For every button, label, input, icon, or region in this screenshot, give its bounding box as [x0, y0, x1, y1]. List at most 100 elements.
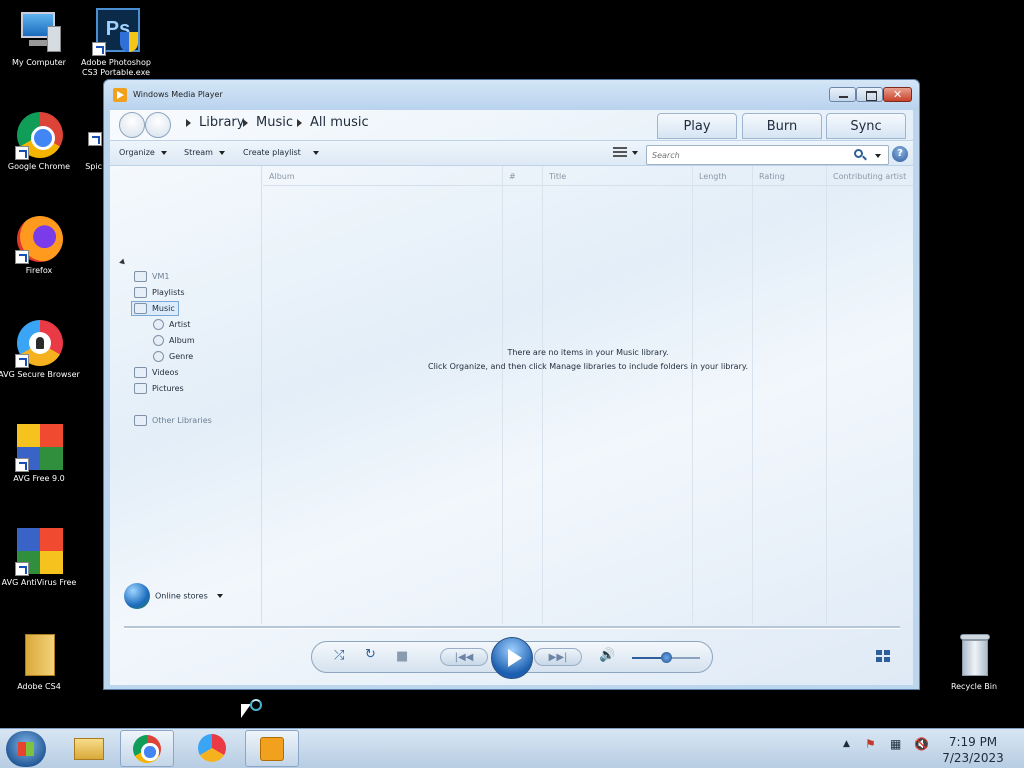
breadcrumb-music[interactable]: Music [243, 115, 293, 130]
column-header-album[interactable]: Album [269, 172, 295, 181]
desktop-icon-label: AVG Secure Browser [0, 370, 80, 379]
create-playlist-button[interactable]: Create playlist [243, 148, 319, 157]
column-divider [692, 166, 693, 624]
genre-icon [153, 351, 164, 362]
avg-antivirus-icon [15, 528, 63, 576]
search-icon[interactable] [854, 149, 863, 158]
nav-item-pictures[interactable]: Pictures [134, 383, 184, 394]
music-note-icon [134, 303, 147, 314]
chrome-icon [133, 735, 161, 763]
next-button[interactable]: ▶▶| [534, 648, 582, 666]
desktop-icon-label: Firefox [25, 266, 53, 275]
taskbar-explorer[interactable] [62, 730, 116, 767]
nav-item-album[interactable]: Album [153, 335, 195, 346]
taskbar-avg-browser[interactable] [186, 730, 240, 767]
desktop-icon-photoshop[interactable]: Ps Adobe Photoshop CS3 Portable.exe [74, 8, 158, 78]
nav-item-vm1[interactable]: VM1 [134, 271, 169, 282]
action-center-flag-icon[interactable]: ⚑ [865, 737, 876, 751]
maximize-button[interactable] [856, 87, 883, 102]
shortcut-arrow-icon [15, 458, 29, 472]
breadcrumb-all-music[interactable]: All music [297, 115, 369, 130]
folder-icon [15, 632, 63, 680]
back-button[interactable] [119, 112, 145, 138]
volume-icon[interactable]: 🔊 [599, 648, 615, 663]
column-divider [826, 166, 827, 624]
empty-library-message: There are no items in your Music library… [427, 348, 748, 371]
desktop-icon-firefox[interactable]: Firefox [0, 216, 81, 276]
folder-icon [74, 738, 104, 760]
library-toolbar: Organize Stream Create playlist ? [110, 140, 913, 166]
system-clock[interactable]: 7:19 PM 7/23/2023 [930, 734, 1016, 766]
minimize-button[interactable] [829, 87, 856, 102]
busy-spinner-icon [250, 699, 262, 711]
close-button[interactable] [883, 87, 912, 102]
volume-muted-icon[interactable]: 🔇 [914, 737, 929, 751]
stop-icon[interactable]: ■ [396, 649, 408, 664]
wmp-window: Windows Media Player Library Music All m… [103, 79, 920, 690]
title-bar[interactable]: Windows Media Player [104, 80, 919, 110]
picture-icon [134, 383, 147, 394]
organize-menu[interactable]: Organize [119, 148, 167, 157]
network-libraries-icon [134, 415, 147, 426]
volume-slider[interactable] [632, 652, 700, 663]
view-options-dropdown[interactable] [632, 151, 638, 155]
nav-item-videos[interactable]: Videos [134, 367, 179, 378]
network-icon[interactable]: ▦ [890, 737, 901, 751]
tab-sync[interactable]: Sync [826, 113, 906, 139]
desktop-icon-partial[interactable]: Spic [68, 112, 104, 172]
desktop-icon-my-computer[interactable]: My Computer [0, 8, 81, 68]
nav-item-artist[interactable]: Artist [153, 319, 190, 330]
firefox-icon [15, 216, 63, 264]
wmp-client-area: Library Music All music Play Burn Sync O… [110, 110, 913, 685]
column-header-length[interactable]: Length [699, 172, 727, 181]
desktop-icon-avg-secure-browser[interactable]: AVG Secure Browser [0, 320, 81, 380]
search-input[interactable] [650, 148, 845, 162]
desktop-icon-adobe-cs4[interactable]: Adobe CS4 [0, 632, 81, 692]
column-header-title[interactable]: Title [549, 172, 566, 181]
desktop-icon-label: AVG AntiVirus Free [1, 578, 77, 587]
window-title: Windows Media Player [133, 90, 223, 99]
previous-button[interactable]: |◀◀ [440, 648, 488, 666]
stream-menu[interactable]: Stream [184, 148, 225, 157]
tab-play[interactable]: Play [657, 113, 737, 139]
shortcut-arrow-icon [92, 42, 106, 56]
search-box [646, 145, 889, 165]
seek-bar[interactable] [124, 626, 900, 629]
video-icon [134, 367, 147, 378]
shuffle-icon[interactable]: ⤮ [334, 648, 344, 663]
column-header-number[interactable]: # [509, 172, 516, 181]
taskbar: ▲ ⚑ ▦ 🔇 7:19 PM 7/23/2023 [0, 728, 1024, 768]
taskbar-wmp[interactable] [245, 730, 299, 767]
library-icon [134, 271, 147, 282]
desktop-icon-label: Adobe Photoshop CS3 Portable.exe [81, 58, 151, 77]
column-divider [502, 166, 503, 624]
nav-item-genre[interactable]: Genre [153, 351, 193, 362]
column-header-contributing-artist[interactable]: Contributing artist [833, 172, 906, 181]
switch-to-now-playing-icon[interactable] [876, 650, 894, 664]
search-dropdown-icon[interactable] [875, 154, 881, 158]
desktop-icon-label: Recycle Bin [950, 682, 998, 691]
tab-burn[interactable]: Burn [742, 113, 822, 139]
taskbar-chrome[interactable] [120, 730, 174, 767]
help-icon[interactable]: ? [892, 146, 908, 162]
breadcrumb-library[interactable]: Library [186, 115, 244, 130]
start-button[interactable] [6, 731, 46, 767]
desktop-icon-avg-antivirus[interactable]: AVG AntiVirus Free [0, 528, 81, 588]
forward-button[interactable] [145, 112, 171, 138]
view-options-icon[interactable] [613, 147, 627, 160]
nav-item-other-libraries[interactable]: Other Libraries [134, 415, 212, 426]
play-button[interactable] [491, 637, 533, 679]
desktop-icon-avg-free[interactable]: AVG Free 9.0 [0, 424, 81, 484]
breadcrumb-arrow-icon [186, 118, 191, 127]
repeat-icon[interactable]: ↻ [365, 647, 376, 662]
breadcrumb-arrow-icon [297, 118, 302, 127]
nav-item-music[interactable]: Music [131, 301, 179, 316]
online-stores-button[interactable]: Online stores [124, 583, 223, 609]
recycle-bin-icon [950, 632, 998, 680]
column-header-rating[interactable]: Rating [759, 172, 785, 181]
volume-knob[interactable] [661, 652, 672, 663]
nav-item-playlists[interactable]: Playlists [134, 287, 185, 298]
desktop-icon-recycle-bin[interactable]: Recycle Bin [932, 632, 1016, 692]
show-hidden-icons-chevron[interactable]: ▲ [843, 739, 850, 749]
desktop-icon-label: Spic [85, 162, 102, 171]
